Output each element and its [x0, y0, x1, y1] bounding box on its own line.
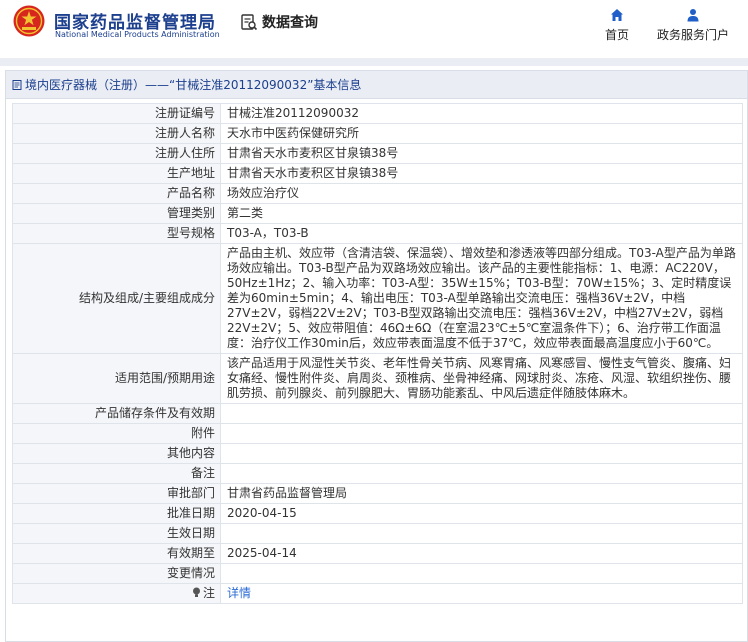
- field-value-approval-dept: 甘肃省药品监督管理局: [220, 483, 743, 504]
- field-label: 附件: [12, 423, 221, 444]
- field-label: 适用范围/预期用途: [12, 353, 221, 404]
- table-row: 注册人住所 甘肃省天水市麦积区甘泉镇38号: [12, 143, 743, 164]
- field-label: 注册证编号: [12, 103, 221, 124]
- field-label: 注册人名称: [12, 123, 221, 144]
- field-value-production-address: 甘肃省天水市麦积区甘泉镇38号: [220, 163, 743, 184]
- table-row: 附件: [12, 423, 743, 444]
- header-divider: [0, 58, 748, 66]
- table-row: 结构及组成/主要组成成分 产品由主机、效应带（含清洁袋、保温袋）、增效垫和渗透液…: [12, 243, 743, 354]
- field-value-change: [220, 563, 743, 584]
- lightbulb-icon: [192, 587, 200, 597]
- field-label: 型号规格: [12, 223, 221, 244]
- panel-title: 境内医疗器械（注册）——“甘械注准20112090032”基本信息: [6, 71, 747, 99]
- table-row: 产品储存条件及有效期: [12, 403, 743, 424]
- field-value-scope: 该产品适用于风湿性关节炎、老年性骨关节病、风寒胃痛、风寒感冒、慢性支气管炎、腹痛…: [220, 353, 743, 404]
- brand-name-en: National Medical Products Administration: [55, 30, 220, 39]
- field-label: 备注: [12, 463, 221, 484]
- panel-title-text: 境内医疗器械（注册）——“甘械注准20112090032”基本信息: [25, 78, 362, 92]
- user-icon: [687, 9, 699, 22]
- nav-home[interactable]: 首页: [577, 8, 657, 43]
- field-value-attachment: [220, 423, 743, 444]
- field-value-model: T03-A，T03-B: [220, 223, 743, 244]
- detail-table: 注册证编号 甘械注准20112090032 注册人名称 天水市中医药保健研究所 …: [12, 103, 743, 604]
- field-value-storage: [220, 403, 743, 424]
- field-value-effective-date: [220, 523, 743, 544]
- field-value-valid-until: 2025-04-14: [220, 543, 743, 564]
- national-emblem-logo[interactable]: [13, 5, 45, 37]
- table-row: 其他内容: [12, 443, 743, 464]
- nav-gov-label: 政务服务门户: [656, 28, 729, 42]
- home-icon: [611, 9, 623, 21]
- table-row: 审批部门 甘肃省药品监督管理局: [12, 483, 743, 504]
- field-label: 管理类别: [12, 203, 221, 224]
- table-row: 批准日期 2020-04-15: [12, 503, 743, 524]
- field-label: 有效期至: [12, 543, 221, 564]
- basic-info-panel: 境内医疗器械（注册）——“甘械注准20112090032”基本信息 注册证编号 …: [5, 70, 748, 642]
- field-value-remark: [220, 463, 743, 484]
- field-value-address: 甘肃省天水市麦积区甘泉镇38号: [220, 143, 743, 164]
- field-label: 变更情况: [12, 563, 221, 584]
- table-row: 生效日期: [12, 523, 743, 544]
- data-query-link[interactable]: 数据查询: [240, 12, 318, 32]
- table-row: 型号规格 T03-A，T03-B: [12, 223, 743, 244]
- note-label-cell: 注: [12, 583, 221, 604]
- data-query-icon: [241, 14, 258, 31]
- field-value-approval-date: 2020-04-15: [220, 503, 743, 524]
- table-row: 生产地址 甘肃省天水市麦积区甘泉镇38号: [12, 163, 743, 184]
- field-value-other: [220, 443, 743, 464]
- field-label: 批准日期: [12, 503, 221, 524]
- nav-home-label: 首页: [604, 28, 629, 42]
- table-row: 注册人名称 天水市中医药保健研究所: [12, 123, 743, 144]
- table-row: 注册证编号 甘械注准20112090032: [12, 103, 743, 124]
- field-value-category: 第二类: [220, 203, 743, 224]
- document-icon: [12, 79, 22, 90]
- field-label: 产品名称: [12, 183, 221, 204]
- site-header: 国家药品监督管理局 National Medical Products Admi…: [0, 0, 748, 58]
- field-value-registrant: 天水市中医药保健研究所: [220, 123, 743, 144]
- field-label: 其他内容: [12, 443, 221, 464]
- table-row: 注 详情: [12, 583, 743, 604]
- field-label: 生效日期: [12, 523, 221, 544]
- data-query-label: 数据查询: [262, 15, 318, 31]
- table-row: 适用范围/预期用途 该产品适用于风湿性关节炎、老年性骨关节病、风寒胃痛、风寒感冒…: [12, 353, 743, 404]
- details-link[interactable]: 详情: [227, 586, 251, 600]
- table-row: 变更情况: [12, 563, 743, 584]
- field-value-structure: 产品由主机、效应带（含清洁袋、保温袋）、增效垫和渗透液等四部分组成。T03-A型…: [220, 243, 743, 354]
- note-value-cell: 详情: [220, 583, 743, 604]
- table-row: 产品名称 场效应治疗仪: [12, 183, 743, 204]
- field-label: 结构及组成/主要组成成分: [12, 243, 221, 354]
- field-value-product-name: 场效应治疗仪: [220, 183, 743, 204]
- table-row: 有效期至 2025-04-14: [12, 543, 743, 564]
- field-label: 注册人住所: [12, 143, 221, 164]
- nav-gov-services[interactable]: 政务服务门户: [653, 8, 733, 43]
- field-label: 审批部门: [12, 483, 221, 504]
- note-label: 注: [202, 586, 215, 600]
- table-row: 管理类别 第二类: [12, 203, 743, 224]
- field-label: 生产地址: [12, 163, 221, 184]
- field-value-reg-no: 甘械注准20112090032: [220, 103, 743, 124]
- table-row: 备注: [12, 463, 743, 484]
- field-label: 产品储存条件及有效期: [12, 403, 221, 424]
